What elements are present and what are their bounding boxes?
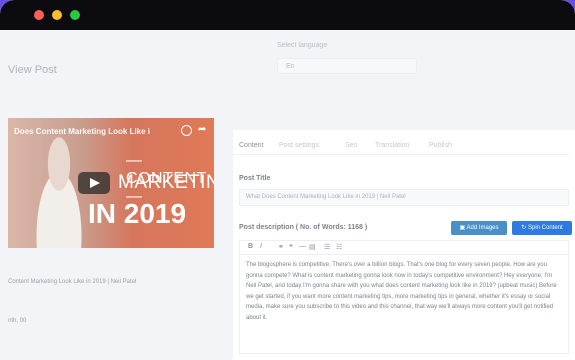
language-select[interactable]: En — [277, 58, 417, 74]
minimize-window-icon[interactable] — [52, 10, 62, 20]
tab-post-settings[interactable]: Post settings — [279, 142, 319, 149]
share-icon[interactable]: ➦ — [198, 125, 206, 135]
thumbnail-line-3: IN 2019 — [88, 198, 187, 229]
video-meta: nth, 00 — [8, 318, 27, 324]
maximize-window-icon[interactable] — [70, 10, 80, 20]
italic-icon[interactable]: I — [260, 243, 262, 250]
title-bar — [0, 0, 575, 30]
video-overlay-title: Does Content Marketing Look Like i — [14, 127, 151, 136]
spin-content-button[interactable]: ↻ Spin Content — [512, 221, 572, 235]
editor-toolbar: B I ⚭ ❝ — ▤ ☰ ☷ — [239, 240, 569, 254]
thumbnail-line-2: MARKETING — [118, 172, 214, 193]
watch-later-icon[interactable] — [181, 125, 192, 136]
add-images-label: Add Images — [466, 225, 499, 231]
horizontal-rule-icon[interactable]: — — [299, 243, 306, 250]
post-title-input[interactable]: What Does Content Marketing Look Like in… — [239, 189, 569, 206]
image-insert-icon[interactable]: ▤ — [309, 243, 316, 251]
spin-content-label: Spin Content — [528, 225, 563, 231]
tab-publish[interactable]: Publish — [429, 142, 452, 149]
close-window-icon[interactable] — [34, 10, 44, 20]
refresh-icon: ↻ — [521, 225, 528, 231]
description-editor[interactable]: The blogosphere is competitive. There's … — [239, 254, 569, 354]
page-title: View Post — [8, 64, 57, 76]
bullet-list-icon[interactable]: ☰ — [324, 243, 330, 251]
add-images-button[interactable]: ▣ Add Images — [451, 221, 507, 235]
tab-seo[interactable]: Seo — [345, 142, 357, 149]
quote-icon[interactable]: ❝ — [289, 243, 293, 251]
tab-divider — [233, 154, 569, 155]
tab-translation[interactable]: Translation — [375, 142, 409, 149]
app-window: View Post Select language En Does Conten… — [0, 0, 575, 360]
language-label: Select language — [277, 42, 328, 49]
link-icon[interactable]: ⚭ — [278, 243, 284, 251]
post-title-label: Post Title — [239, 175, 271, 182]
post-editor-panel: Content Post settings Seo Translation Pu… — [233, 130, 575, 360]
numbered-list-icon[interactable]: ☷ — [336, 243, 342, 251]
tab-content[interactable]: Content — [239, 142, 264, 149]
post-description-label: Post description ( No. of Words: 1168 ) — [239, 224, 368, 231]
bold-icon[interactable]: B — [248, 243, 253, 250]
video-caption: Content Marketing Look Like in 2019 | Ne… — [8, 279, 137, 285]
video-thumbnail[interactable]: Does Content Marketing Look Like i ➦ —CO… — [8, 118, 214, 248]
play-icon[interactable] — [78, 172, 110, 194]
